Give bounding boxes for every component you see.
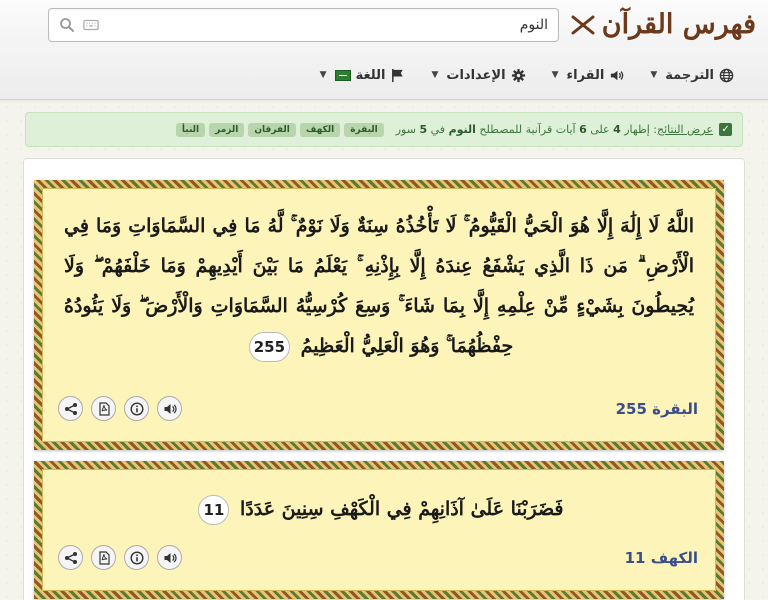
nav-reciters-label: القراء [566,67,605,83]
gear-icon [511,68,525,82]
nav-language-label: اللغة [355,67,386,83]
verse-reference-link[interactable]: البقرة 255 [616,400,698,418]
play-audio-button[interactable] [157,396,182,421]
brand-title: فهرس القرآن [601,9,756,40]
pdf-file-icon [98,550,110,565]
surah-tags: البقرة الكهف الفرقان الزمر النبأ [175,122,384,137]
crossed-pens-icon [571,15,595,35]
nav-settings[interactable]: الإعدادات ▼ [431,68,525,83]
info-icon [129,550,144,565]
brand[interactable]: فهرس القرآن [570,8,756,42]
info-button[interactable] [124,545,149,570]
caret-down-icon: ▼ [431,70,439,80]
share-button[interactable] [58,545,83,570]
surah-tag[interactable]: البقرة [344,122,384,137]
speaker-icon [164,552,177,563]
shown-count: 4 [613,123,621,136]
total-count: 6 [579,123,587,136]
pdf-file-icon [98,401,110,416]
ayah-number: 11 [198,495,230,525]
nav-settings-label: الإعدادات [446,67,506,83]
pdf-button[interactable] [91,545,116,570]
flag-icon [392,68,404,82]
surah-count: 5 [419,123,428,136]
caret-down-icon: ▼ [650,70,658,80]
keyboard-icon[interactable] [83,17,99,33]
nav-translation[interactable]: الترجمة ▼ [650,68,734,83]
verse-actions [58,545,182,570]
speaker-icon [611,70,624,80]
search-icon[interactable] [59,17,75,33]
info-icon [129,401,144,416]
saudi-flag-icon [334,69,351,81]
share-icon [64,551,77,564]
surah-tag[interactable]: الزمر [209,122,245,137]
search-term: النوم [448,123,476,136]
share-button[interactable] [58,396,83,421]
info-button[interactable] [124,396,149,421]
results-info-bar: ✓ عرض النتائج: إظهار 4 على 6 آيات قرآنية… [25,112,743,147]
surah-tag[interactable]: الفرقان [248,122,296,137]
show-results-link[interactable]: عرض النتائج [657,123,713,136]
surah-tag[interactable]: النبأ [175,122,206,137]
nav-language[interactable]: اللغة ▼ [320,68,406,83]
search-box [48,8,559,42]
caret-down-icon: ▼ [319,70,327,80]
globe-icon [719,68,734,82]
nav-reciters[interactable]: القراء ▼ [552,68,625,83]
verse-text: اللَّهُ لَا إِلَٰهَ إِلَّا هُوَ الْحَيُّ… [64,206,694,366]
app-header: فهرس القرآن الترجمة ▼ [0,0,768,100]
caret-down-icon: ▼ [551,70,559,80]
play-audio-button[interactable] [157,545,182,570]
search-input[interactable] [99,10,548,40]
pdf-button[interactable] [91,396,116,421]
nav-translation-label: الترجمة [665,67,714,83]
verse-text: فَضَرَبْنَا عَلَىٰ آذَانِهِمْ فِي الْكَه… [64,489,694,529]
checkbox-icon[interactable]: ✓ [719,123,732,136]
ayah-number: 255 [248,332,291,362]
verse-card: فَضَرَبْنَا عَلَىٰ آذَانِهِمْ فِي الْكَه… [34,461,724,599]
share-icon [64,402,77,415]
verse-card: اللَّهُ لَا إِلَٰهَ إِلَّا هُوَ الْحَيُّ… [34,180,724,450]
surah-tag[interactable]: الكهف [299,122,341,137]
main-nav: الترجمة ▼ القراء ▼ الإعدادات ▼ اللغة ▼ [320,60,734,90]
speaker-icon [164,403,177,414]
verse-reference-link[interactable]: الكهف 11 [625,549,698,567]
verse-actions [58,396,182,421]
